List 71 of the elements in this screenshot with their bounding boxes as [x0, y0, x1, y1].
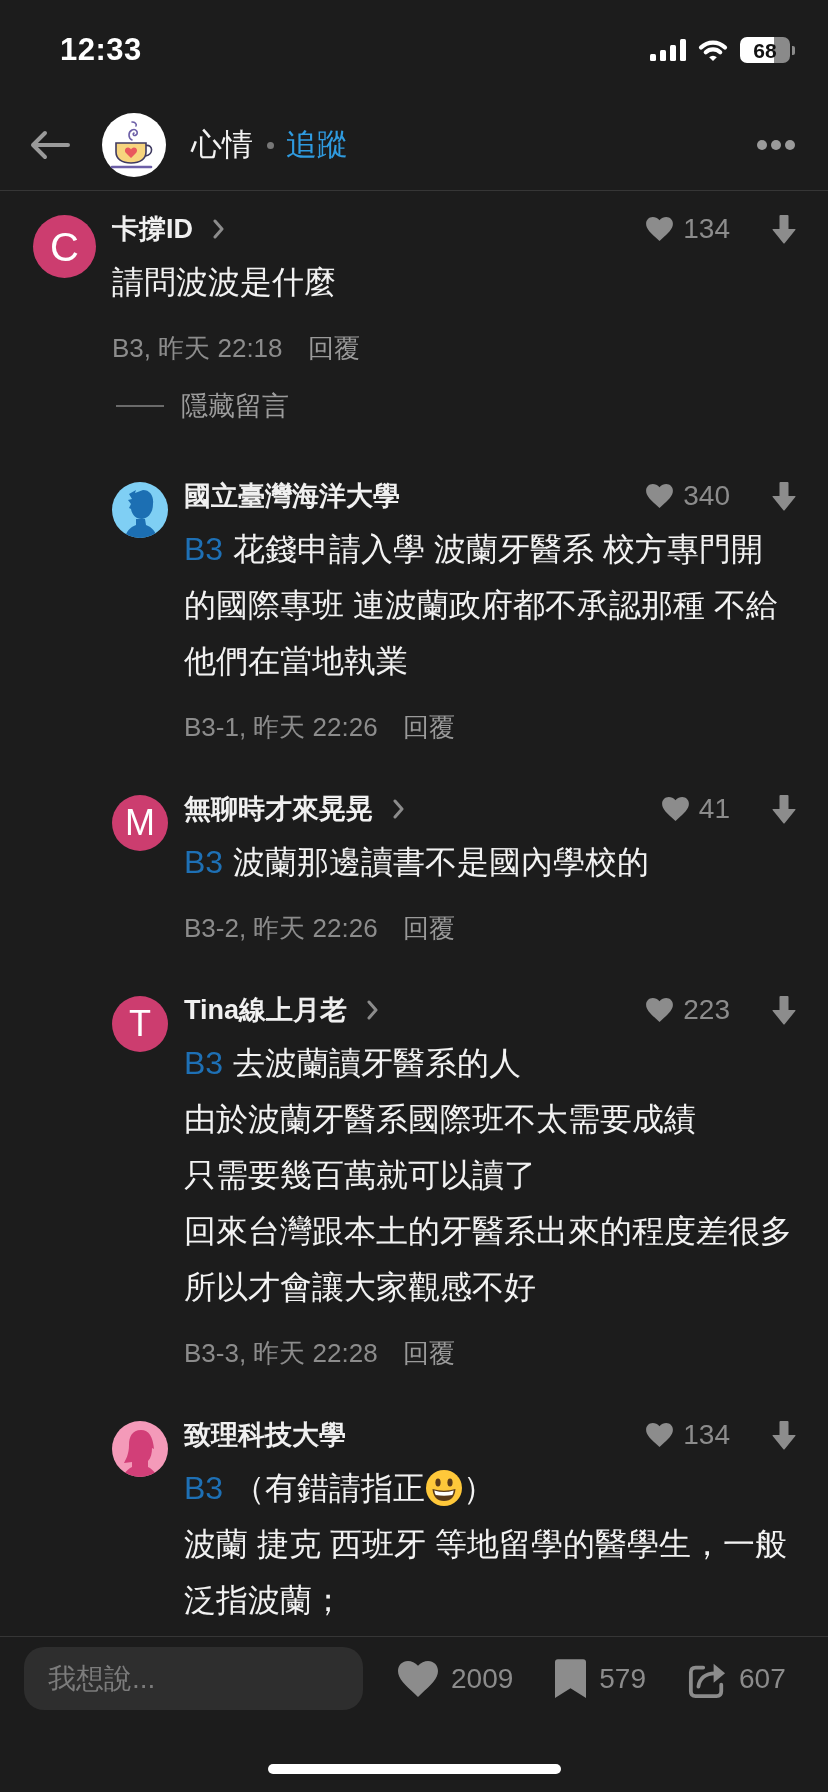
heart-icon	[646, 484, 674, 508]
reply-button[interactable]: 回覆	[402, 709, 455, 745]
board-name[interactable]: 心情	[191, 124, 253, 166]
like-button[interactable]: 2009	[398, 1660, 514, 1697]
status-time: 12:33	[60, 32, 142, 68]
comment-text: 請問波波是什麼	[112, 263, 336, 302]
bookmark-icon	[555, 1659, 587, 1698]
letter-avatar: T	[112, 996, 168, 1052]
more-button[interactable]	[757, 140, 795, 150]
downvote-button[interactable]	[772, 1420, 796, 1450]
like-button[interactable]: 223	[646, 994, 730, 1026]
floor-link[interactable]: B3	[184, 531, 224, 567]
follow-button[interactable]: 追蹤	[286, 124, 348, 166]
battery-percentage: 68	[753, 39, 777, 61]
reply-button[interactable]: 回覆	[402, 910, 455, 946]
person-silhouette-icon	[112, 482, 168, 538]
author-link[interactable]: 無聊時才來晃晃	[184, 791, 404, 827]
signal-icon	[650, 39, 686, 61]
chevron-right-icon	[213, 219, 224, 239]
chevron-right-icon	[393, 799, 404, 819]
coffee-cup-icon[interactable]	[102, 113, 166, 177]
down-arrow-icon	[772, 481, 796, 511]
author-link[interactable]: 國立臺灣海洋大學	[184, 478, 400, 514]
heart-icon	[646, 998, 674, 1022]
chevron-right-icon	[367, 1000, 378, 1020]
down-arrow-icon	[772, 214, 796, 244]
comment-text: B3 （有錯請指正 ） 波蘭 捷克 西班牙 等地留學的醫學生，一般 泛指波蘭；	[184, 1468, 787, 1620]
heart-icon	[646, 217, 674, 241]
grinning-face-icon	[426, 1469, 463, 1506]
heart-icon	[398, 1660, 438, 1697]
like-button[interactable]: 134	[646, 213, 730, 245]
comment-meta: B3-2, 昨天 22:26	[184, 911, 378, 945]
letter-avatar: M	[112, 795, 168, 851]
author-link[interactable]: 卡撐ID	[112, 211, 224, 247]
separator-dot-icon	[267, 141, 274, 149]
floor-link[interactable]: B3	[184, 844, 224, 880]
back-button[interactable]	[29, 130, 70, 160]
like-button[interactable]: 41	[661, 793, 730, 825]
letter-avatar: C	[33, 215, 96, 278]
back-arrow-icon	[29, 130, 70, 160]
comment-meta: B3-3, 昨天 22:28	[184, 1336, 378, 1370]
comment-text: B3 去波蘭讀牙醫系的人 由於波蘭牙醫系國際班不太需要成績 只需要幾百萬就可以讀了 回來台灣跟本土的牙醫系出來的程度差很多 所以才會讓大家觀感不好	[184, 1044, 792, 1307]
downvote-button[interactable]	[772, 214, 796, 244]
downvote-button[interactable]	[772, 995, 796, 1025]
comment-meta: B3, 昨天 22:18	[112, 331, 283, 365]
person-silhouette-icon	[112, 1421, 168, 1477]
bookmark-button[interactable]: 579	[555, 1659, 646, 1698]
heart-icon	[646, 1423, 674, 1447]
down-arrow-icon	[772, 1420, 796, 1450]
floor-link[interactable]: B3	[184, 1045, 224, 1081]
more-icon	[757, 140, 795, 150]
reply-button[interactable]: 回覆	[307, 330, 360, 366]
downvote-button[interactable]	[772, 481, 796, 511]
hide-replies-button[interactable]: 隱藏留言	[112, 388, 289, 424]
reply-button[interactable]: 回覆	[402, 1335, 455, 1371]
wifi-icon	[697, 38, 729, 62]
comment-meta: B3-1, 昨天 22:26	[184, 710, 378, 744]
dash-icon	[116, 405, 164, 407]
heart-icon	[661, 797, 689, 821]
like-button[interactable]: 340	[646, 480, 730, 512]
floor-link[interactable]: B3	[184, 1470, 224, 1506]
downvote-button[interactable]	[772, 794, 796, 824]
comment-text: B3 花錢申請入學 波蘭牙醫系 校方專門開 的國際專班 連波蘭政府都不承認那種 不給 他們在當地執業	[184, 530, 778, 681]
comment-text: B3 波蘭那邊讀書不是國內學校的	[184, 843, 650, 882]
author-link[interactable]: Tina線上月老	[184, 992, 378, 1028]
comment-input[interactable]: 我想說...	[24, 1647, 363, 1710]
author-link[interactable]: 致理科技大學	[184, 1417, 346, 1453]
down-arrow-icon	[772, 794, 796, 824]
share-button[interactable]: 607	[688, 1659, 786, 1698]
down-arrow-icon	[772, 995, 796, 1025]
like-button[interactable]: 134	[646, 1419, 730, 1451]
